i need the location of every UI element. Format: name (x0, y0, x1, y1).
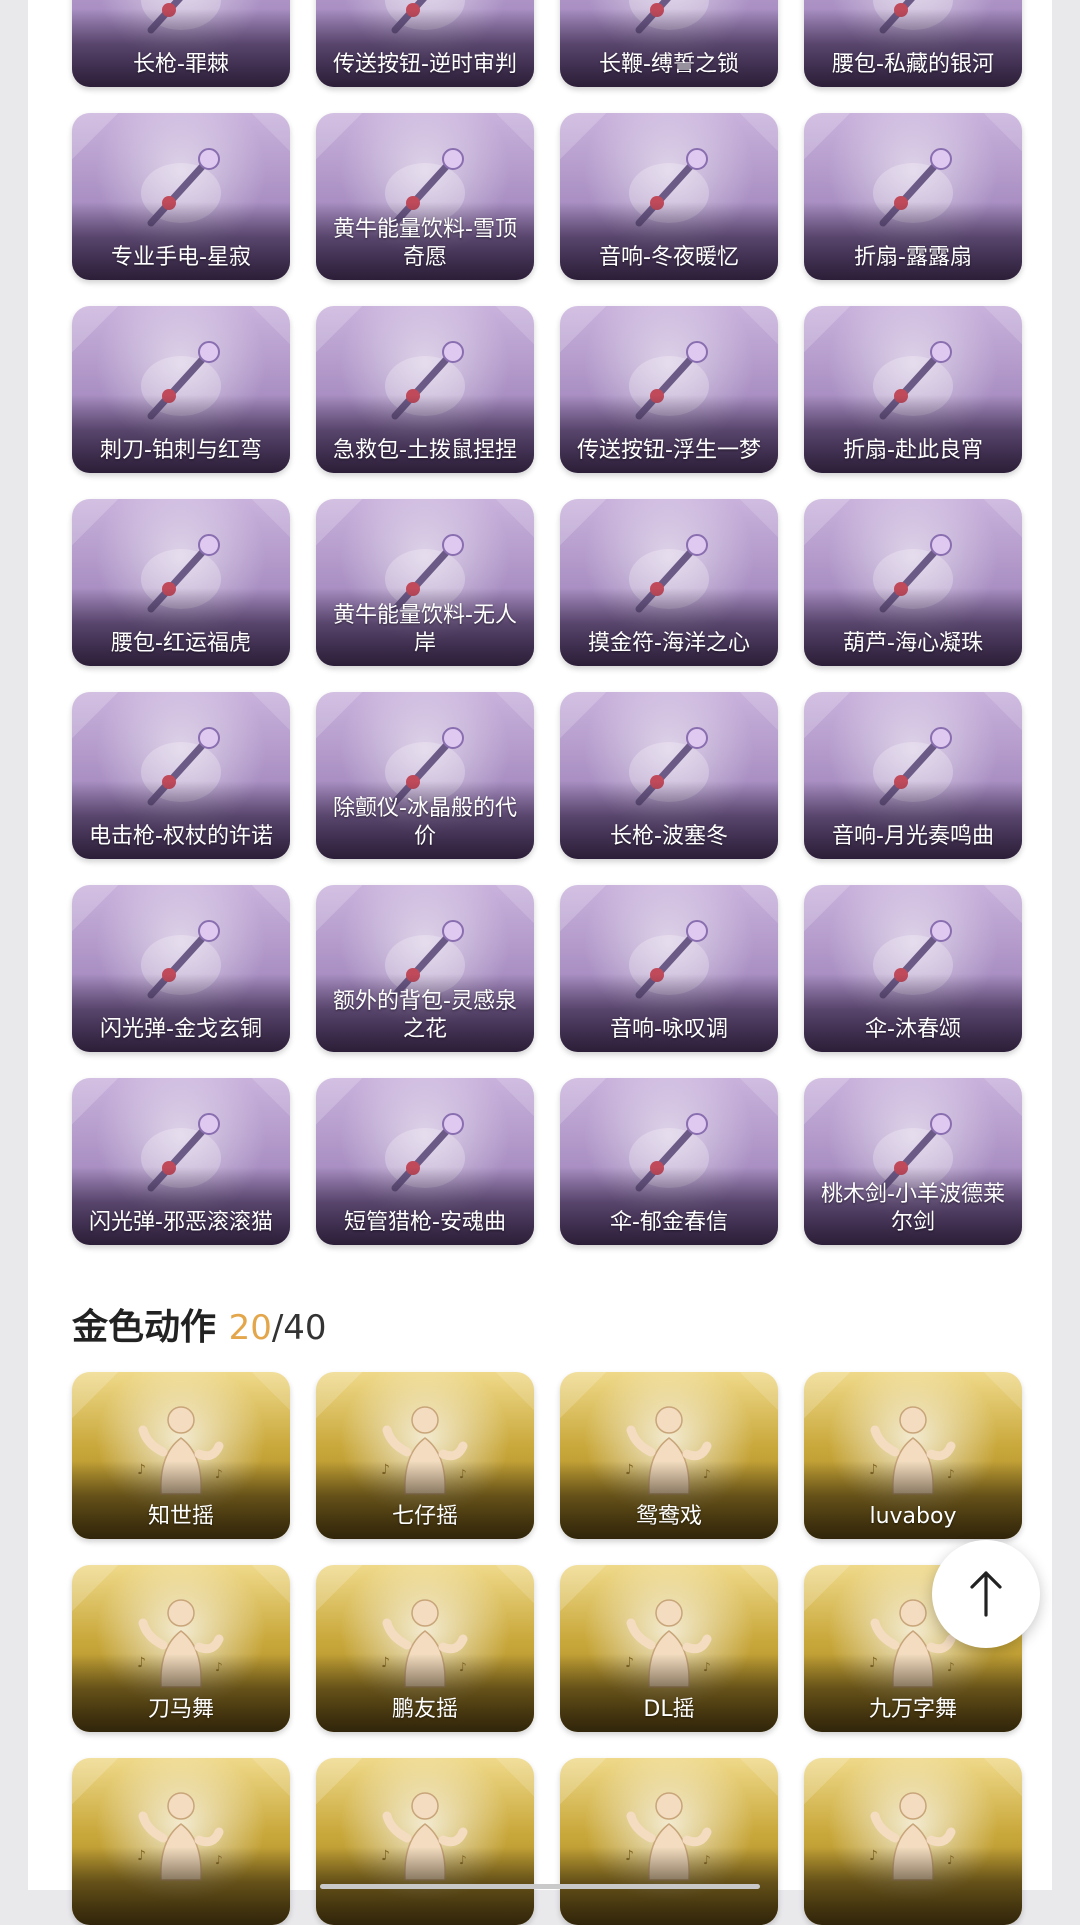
back-to-top-button[interactable] (932, 1540, 1040, 1648)
collected-count: 20 (228, 1308, 272, 1348)
item-card[interactable]: 闪光弹-金戈玄铜 (72, 885, 290, 1052)
action-card[interactable]: ♪♪知世摇 (72, 1372, 290, 1539)
action-card[interactable]: ♪♪刀马舞 (72, 1565, 290, 1732)
action-card[interactable]: ♪♪luvaboy (804, 1372, 1022, 1539)
item-card[interactable]: 长枪-罪棘 (72, 0, 290, 87)
action-card[interactable]: ♪♪ (804, 1758, 1022, 1925)
item-card[interactable]: 闪光弹-邪恶滚滚猫 (72, 1078, 290, 1245)
scroll-indicator[interactable] (320, 1884, 760, 1889)
action-card[interactable]: ♪♪DL摇 (560, 1565, 778, 1732)
card-label: 折扇-露露扇 (854, 245, 972, 270)
card-label: 专业手电-星寂 (111, 245, 251, 270)
arrow-up-icon (970, 1571, 1002, 1617)
card-label-shade (72, 1847, 290, 1925)
item-card[interactable]: 电击枪-权杖的许诺 (72, 692, 290, 859)
card-label: 电击枪-权杖的许诺 (89, 824, 273, 849)
card-label: 闪光弹-邪恶滚滚猫 (89, 1210, 273, 1235)
item-card[interactable]: 刺刀-铂刺与红弯 (72, 306, 290, 473)
item-card[interactable]: 除颤仪-冰晶般的代价 (316, 692, 534, 859)
item-card[interactable]: 折扇-露露扇 (804, 113, 1022, 280)
card-label: 葫芦-海心凝珠 (843, 631, 983, 656)
action-card[interactable]: ♪♪七仔摇 (316, 1372, 534, 1539)
item-card[interactable]: 额外的背包-灵感泉之花 (316, 885, 534, 1052)
card-label: 刺刀-铂刺与红弯 (100, 438, 262, 463)
page-container: 长枪-罪棘 传送按钮-逆时审判 长鞭-缚誓之锁 腰包-私藏的银河 专业手电-星寂 黄牛能量… (28, 0, 1052, 1925)
item-card[interactable]: 伞-沐春颂 (804, 885, 1022, 1052)
item-card[interactable]: 伞-郁金春信 (560, 1078, 778, 1245)
item-card[interactable]: 短管猎枪-安魂曲 (316, 1078, 534, 1245)
item-card[interactable]: 摸金符-海洋之心 (560, 499, 778, 666)
item-card[interactable]: 专业手电-星寂 (72, 113, 290, 280)
card-label: 桃木剑-小羊波德莱尔剑 (821, 1182, 1005, 1235)
action-card[interactable]: ♪♪ (72, 1758, 290, 1925)
item-card[interactable]: 腰包-红运福虎 (72, 499, 290, 666)
card-label: 七仔摇 (391, 1504, 458, 1529)
item-card[interactable]: 黄牛能量饮料-无人岸 (316, 499, 534, 666)
card-label: 音响-月光奏鸣曲 (832, 824, 994, 849)
card-label: 腰包-私藏的银河 (832, 52, 994, 77)
item-card[interactable]: 传送按钮-逆时审判 (316, 0, 534, 87)
card-label: DL摇 (643, 1697, 695, 1722)
card-label: 鹏友摇 (391, 1697, 458, 1722)
card-label: 腰包-红运福虎 (111, 631, 251, 656)
card-label: 知世摇 (147, 1504, 214, 1529)
section-title-text: 金色动作 (72, 1307, 217, 1348)
item-card[interactable]: 长枪-波塞冬 (560, 692, 778, 859)
count-separator: / (271, 1308, 284, 1348)
card-label: 长枪-罪棘 (133, 52, 229, 77)
action-card[interactable]: ♪♪ (316, 1758, 534, 1925)
card-label: 黄牛能量饮料-雪顶奇愿 (333, 217, 517, 270)
card-label: 额外的背包-灵感泉之花 (333, 989, 517, 1042)
item-card[interactable]: 腰包-私藏的银河 (804, 0, 1022, 87)
gold-actions-grid: ♪♪知世摇♪♪七仔摇♪♪鸳鸯戏♪♪luvaboy♪♪刀马舞♪♪鹏友摇♪♪DL摇♪… (72, 1372, 1022, 1925)
card-label: 伞-郁金春信 (610, 1210, 728, 1235)
card-label: 摸金符-海洋之心 (588, 631, 750, 656)
card-label: luvaboy (869, 1504, 957, 1529)
item-card[interactable]: 音响-咏叹调 (560, 885, 778, 1052)
card-label: 长枪-波塞冬 (610, 824, 728, 849)
action-card[interactable]: ♪♪鸳鸯戏 (560, 1372, 778, 1539)
action-card[interactable]: ♪♪鹏友摇 (316, 1565, 534, 1732)
card-label: 鸳鸯戏 (635, 1504, 702, 1529)
card-label: 音响-咏叹调 (610, 1017, 728, 1042)
card-label: 闪光弹-金戈玄铜 (100, 1017, 262, 1042)
card-label: 长鞭-缚誓之锁 (599, 52, 739, 77)
item-card[interactable]: 黄牛能量饮料-雪顶奇愿 (316, 113, 534, 280)
item-card[interactable]: 传送按钮-浮生一梦 (560, 306, 778, 473)
item-card[interactable]: 折扇-赴此良宵 (804, 306, 1022, 473)
card-label: 九万字舞 (868, 1697, 957, 1722)
card-label: 除颤仪-冰晶般的代价 (333, 796, 517, 849)
item-card[interactable]: 桃木剑-小羊波德莱尔剑 (804, 1078, 1022, 1245)
card-label: 刀马舞 (147, 1697, 214, 1722)
card-label: 黄牛能量饮料-无人岸 (333, 603, 517, 656)
section-title-gold-actions: 金色动作 20/40 (72, 1298, 327, 1350)
card-label: 短管猎枪-安魂曲 (344, 1210, 506, 1235)
card-label: 传送按钮-逆时审判 (333, 52, 517, 77)
card-label: 折扇-赴此良宵 (843, 438, 983, 463)
item-card[interactable]: 音响-冬夜暖忆 (560, 113, 778, 280)
card-label: 伞-沐春颂 (865, 1017, 961, 1042)
total-count: 40 (283, 1308, 327, 1348)
item-card[interactable]: 葫芦-海心凝珠 (804, 499, 1022, 666)
purple-items-grid: 长枪-罪棘 传送按钮-逆时审判 长鞭-缚誓之锁 腰包-私藏的银河 专业手电-星寂 黄牛能量… (72, 0, 1022, 1245)
item-card[interactable]: 长鞭-缚誓之锁 (560, 0, 778, 87)
card-label: 急救包-土拨鼠捏捏 (333, 438, 517, 463)
action-card[interactable]: ♪♪ (560, 1758, 778, 1925)
card-label: 音响-冬夜暖忆 (599, 245, 739, 270)
card-label-shade (804, 1847, 1022, 1925)
item-card[interactable]: 音响-月光奏鸣曲 (804, 692, 1022, 859)
item-card[interactable]: 急救包-土拨鼠捏捏 (316, 306, 534, 473)
card-label: 传送按钮-浮生一梦 (577, 438, 761, 463)
